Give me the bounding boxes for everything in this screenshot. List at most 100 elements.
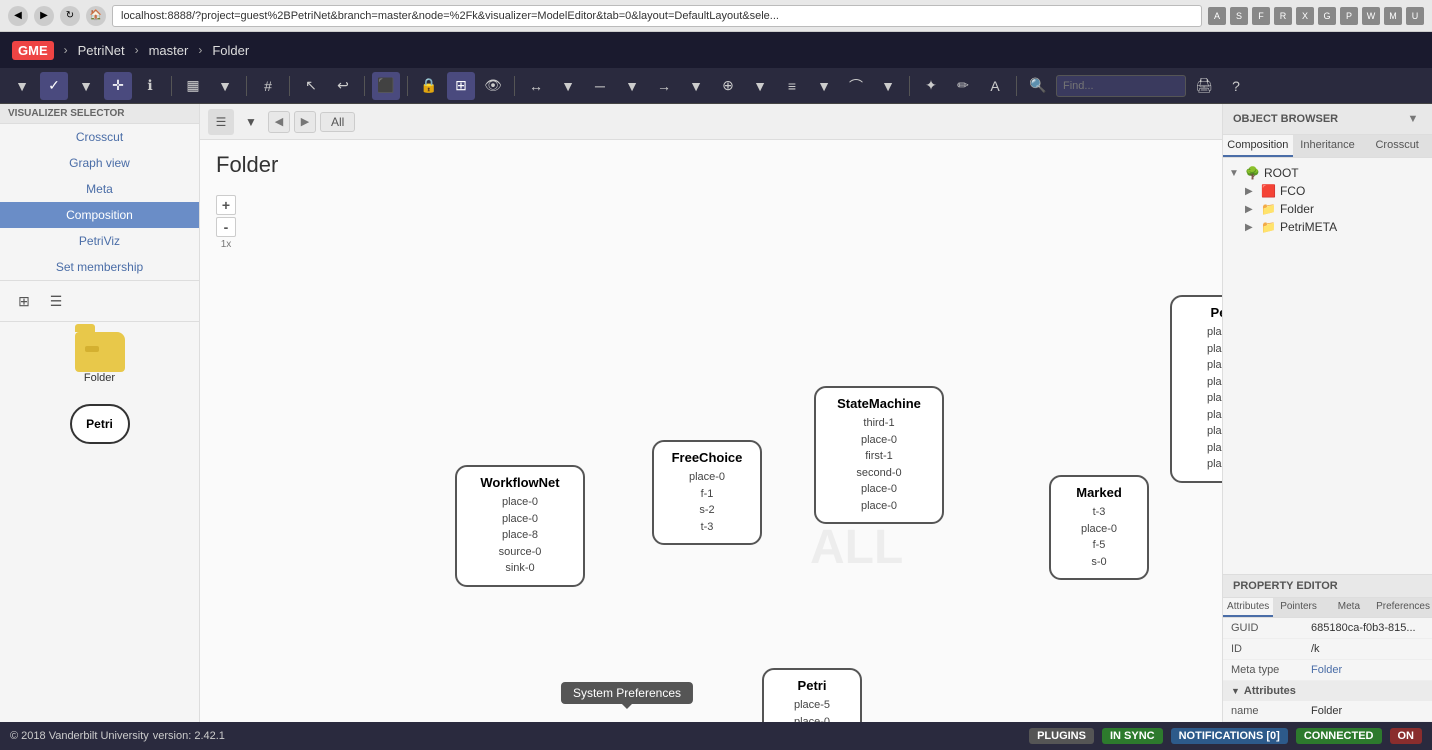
viz-item-meta[interactable]: Meta (0, 176, 199, 202)
sidebar-list-icon[interactable]: ☰ (44, 289, 68, 313)
model-node-freechoice[interactable]: FreeChoice place-0 f-1 s-2 t-3 (652, 440, 762, 545)
petri-large-item-1: place-3 (1186, 341, 1222, 358)
canvas-area: ☰ ▼ ◀ ▶ All Folder + - 1x ALL WorkflowNe… (200, 104, 1222, 722)
prop-tab-attributes[interactable]: Attributes (1223, 598, 1273, 617)
toolbar-btn-lock[interactable]: 🔒 (415, 72, 443, 100)
toolbar-btn-bend[interactable]: ↩ (329, 72, 357, 100)
toolbar-btn-pen[interactable]: ✏ (949, 72, 977, 100)
toolbar-btn-move[interactable]: ✛ (104, 72, 132, 100)
tree-item-fco[interactable]: ▶ 🟥 FCO (1229, 182, 1426, 200)
model-node-workflownet[interactable]: WorkflowNet place-0 place-0 place-8 sour… (455, 465, 585, 587)
toolbar-btn-dropdown3[interactable]: ▼ (211, 72, 239, 100)
canvas-tab-dropdown[interactable]: ▼ (238, 109, 264, 135)
canvas-content[interactable]: Folder + - 1x ALL WorkflowNet place-0 pl… (200, 140, 1222, 722)
plugins-badge[interactable]: PLUGINS (1029, 728, 1094, 744)
prop-tab-preferences[interactable]: Preferences (1374, 598, 1432, 617)
toolbar-btn-print[interactable]: 🖨 (1190, 72, 1218, 100)
petri-large-item-8: place-0 (1186, 456, 1222, 473)
on-badge[interactable]: ON (1390, 728, 1423, 744)
toolbar-btn-dropdown9[interactable]: ▼ (874, 72, 902, 100)
prop-tab-meta[interactable]: Meta (1324, 598, 1374, 617)
obj-tab-crosscut[interactable]: Crosscut (1362, 135, 1432, 157)
connected-badge[interactable]: CONNECTED (1296, 728, 1382, 744)
sidebar-grid-icon[interactable]: ⊞ (12, 289, 36, 313)
canvas-tab-all[interactable]: All (320, 112, 355, 132)
url-bar[interactable] (112, 5, 1202, 27)
zoom-out-button[interactable]: - (216, 217, 236, 237)
find-input[interactable] (1056, 75, 1186, 97)
toolbar-btn-hash[interactable]: # (254, 72, 282, 100)
toolbar-btn-dropdown4[interactable]: ▼ (554, 72, 582, 100)
toolbar-btn-dropdown6[interactable]: ▼ (682, 72, 710, 100)
filter-icon[interactable]: ▼ (1404, 110, 1422, 128)
breadcrumb-folder[interactable]: Folder (212, 43, 249, 58)
toolbar-btn-fill[interactable]: ✦ (917, 72, 945, 100)
toolbar-btn-dropdown8[interactable]: ▼ (810, 72, 838, 100)
collapse-arrow-icon[interactable]: ▼ (1231, 686, 1240, 696)
workflownet-item-0: place-0 (471, 494, 569, 511)
toolbar-btn-grid[interactable]: ▦ (179, 72, 207, 100)
zoom-in-button[interactable]: + (216, 195, 236, 215)
viz-item-set-membership[interactable]: Set membership (0, 254, 199, 280)
canvas-nav-back[interactable]: ◀ (268, 111, 290, 133)
main-layout: VISUALIZER SELECTOR Crosscut Graph view … (0, 104, 1432, 722)
toolbar-btn-curve[interactable]: ⌒ (842, 72, 870, 100)
tree-item-petrimeta[interactable]: ▶ 📁 PetriMETA (1229, 218, 1426, 236)
toolbar-btn-minus[interactable]: ─ (586, 72, 614, 100)
system-prefs-tooltip[interactable]: System Preferences (561, 682, 693, 704)
obj-tab-composition[interactable]: Composition (1223, 135, 1293, 157)
tree-arrow-folder: ▶ (1245, 204, 1257, 215)
tree-item-root[interactable]: ▼ 🌳 ROOT (1229, 164, 1426, 182)
workflownet-item-1: place-0 (471, 511, 569, 528)
nav-back-button[interactable]: ◀ (8, 6, 28, 26)
nav-refresh-button[interactable]: ↻ (60, 6, 80, 26)
viz-item-crosscut[interactable]: Crosscut (0, 124, 199, 150)
toolbar-btn-dropdown[interactable]: ▼ (8, 72, 36, 100)
folder-svg (85, 340, 115, 364)
nav-forward-button[interactable]: ▶ (34, 6, 54, 26)
toolbar-btn-eye[interactable]: 👁 (479, 72, 507, 100)
sidebar-node-petri[interactable]: Petri (0, 394, 199, 458)
model-node-marked[interactable]: Marked t-3 place-0 f-5 s-0 (1049, 475, 1149, 580)
toolbar-btn-cross[interactable]: ⊕ (714, 72, 742, 100)
canvas-nav-forward[interactable]: ▶ (294, 111, 316, 133)
toolbar-btn-dropdown5[interactable]: ▼ (618, 72, 646, 100)
toolbar-btn-arrow-lr[interactable]: ↔ (522, 72, 550, 100)
toolbar-btn-check[interactable]: ✓ (40, 72, 68, 100)
toolbar-btn-search[interactable]: 🔍 (1024, 72, 1052, 100)
toolbar-btn-plus-box[interactable]: ⊞ (447, 72, 475, 100)
model-node-statemachine[interactable]: StateMachine third-1 place-0 first-1 sec… (814, 386, 944, 524)
model-node-petri-large[interactable]: Petri place-2 place-3 place-0 place-1 pl… (1170, 295, 1222, 483)
prop-section-attributes: ▼ Attributes (1223, 681, 1432, 701)
model-node-petri-small[interactable]: Petri place-5 place-0 (762, 668, 862, 722)
object-browser-title: OBJECT BROWSER (1233, 113, 1338, 125)
toolbar-btn-box[interactable]: ⬛ (372, 72, 400, 100)
toolbar-btn-text[interactable]: A (981, 72, 1009, 100)
prop-val-metatype[interactable]: Folder (1311, 664, 1424, 676)
notifications-badge[interactable]: NOTIFICATIONS [0] (1171, 728, 1288, 744)
viz-item-petriviz[interactable]: PetriViz (0, 228, 199, 254)
toolbar-sep-3 (289, 76, 290, 96)
breadcrumb-master[interactable]: master (149, 43, 189, 58)
toolbar-btn-arrow-r[interactable]: → (650, 72, 678, 100)
toolbar-btn-lines[interactable]: ≡ (778, 72, 806, 100)
breadcrumb-petriNet[interactable]: PetriNet (78, 43, 125, 58)
obj-tab-inheritance[interactable]: Inheritance (1293, 135, 1363, 157)
tree-item-folder[interactable]: ▶ 📁 Folder (1229, 200, 1426, 218)
toolbar-btn-cursor[interactable]: ↖ (297, 72, 325, 100)
nav-home-button[interactable]: 🏠 (86, 6, 106, 26)
toolbar-btn-dropdown2[interactable]: ▼ (72, 72, 100, 100)
toolbar-btn-info[interactable]: ℹ (136, 72, 164, 100)
tree-arrow-fco: ▶ (1245, 186, 1257, 197)
prop-tab-pointers[interactable]: Pointers (1273, 598, 1323, 617)
viz-item-composition[interactable]: Composition (0, 202, 199, 228)
property-editor-header: PROPERTY EDITOR (1223, 575, 1432, 598)
toolbar-btn-help[interactable]: ? (1222, 72, 1250, 100)
in-sync-badge[interactable]: IN SYNC (1102, 728, 1163, 744)
canvas-tab-list-icon[interactable]: ☰ (208, 109, 234, 135)
prop-key-name: name (1231, 705, 1311, 717)
viz-item-graph-view[interactable]: Graph view (0, 150, 199, 176)
toolbar-btn-dropdown7[interactable]: ▼ (746, 72, 774, 100)
sidebar-node-folder[interactable]: Folder (0, 322, 199, 394)
statemachine-item-5: place-0 (830, 498, 928, 515)
